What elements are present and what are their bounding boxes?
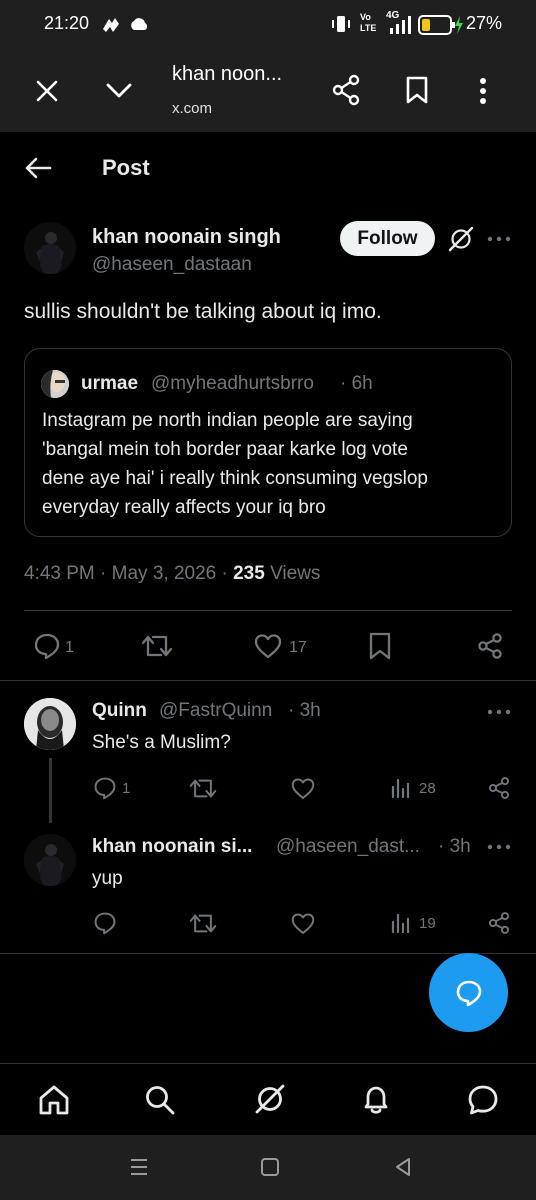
quote-line: dene aye hai' i really think consuming v…	[42, 468, 428, 489]
divider	[24, 610, 512, 611]
reply-time: · 3h	[288, 700, 321, 721]
divider	[0, 680, 536, 681]
repost-icon[interactable]	[189, 777, 217, 800]
views-count: 235	[233, 563, 265, 584]
reply-icon[interactable]	[93, 776, 117, 800]
follow-button[interactable]: Follow	[340, 221, 435, 256]
more-horizontal-icon[interactable]	[487, 708, 511, 716]
post-meta: 4:43 PM · May 3, 2026 · 235 Views	[24, 563, 320, 585]
vibrate-icon	[330, 13, 352, 35]
volte-icon: Vo LTE	[360, 12, 377, 33]
like-count: 17	[289, 639, 307, 656]
reply-author-name[interactable]: khan noonain si...	[92, 836, 252, 858]
quote-avatar	[41, 370, 69, 398]
share-icon[interactable]	[487, 911, 511, 935]
home-icon[interactable]	[37, 1084, 71, 1116]
system-navigation-bar	[0, 1135, 536, 1200]
quote-time: · 6h	[340, 373, 373, 394]
repost-icon[interactable]	[141, 633, 173, 659]
avatar[interactable]	[24, 222, 76, 274]
reply-time: · 3h	[438, 836, 471, 857]
home-square-icon[interactable]	[260, 1157, 280, 1177]
views-icon[interactable]	[390, 912, 412, 934]
browser-toolbar: khan noon... x.com	[0, 50, 536, 132]
search-icon[interactable]	[144, 1084, 176, 1116]
like-icon[interactable]	[291, 777, 315, 800]
menu-icon[interactable]	[129, 1157, 149, 1177]
more-vertical-icon[interactable]	[478, 76, 488, 106]
repost-icon[interactable]	[189, 912, 217, 935]
messages-icon[interactable]	[466, 1083, 500, 1117]
back-arrow-icon[interactable]	[24, 156, 52, 180]
views-count: 19	[419, 915, 436, 932]
views-count: 28	[419, 780, 436, 797]
battery-percent: 27%	[466, 13, 503, 33]
reply-icon[interactable]	[93, 911, 117, 935]
status-bar: 21:20 Vo LTE 4G 27%	[0, 0, 536, 50]
share-icon[interactable]	[331, 74, 361, 106]
bookmark-icon[interactable]	[405, 76, 429, 104]
page-title: khan noon...	[172, 63, 283, 85]
chat-bubble-icon	[454, 978, 484, 1008]
views-label: Views	[270, 563, 321, 584]
reply-count: 1	[122, 780, 131, 797]
reply-author-handle[interactable]: @haseen_dast...	[276, 836, 420, 858]
cloud-icon	[128, 16, 150, 32]
app-notification-icon	[100, 15, 122, 35]
page-url: x.com	[172, 100, 213, 117]
bottom-tab-bar	[0, 1063, 536, 1135]
quote-author-handle: @myheadhurtsbrro	[151, 373, 314, 394]
quote-line: Instagram pe north indian people are say…	[42, 410, 413, 431]
share-icon[interactable]	[487, 776, 511, 800]
quote-line: 'bangal mein toh border paar karke log v…	[42, 439, 408, 460]
signal-icon	[388, 16, 414, 34]
reply-icon[interactable]	[33, 632, 61, 660]
reply-author-name[interactable]: Quinn	[92, 700, 147, 722]
battery-icon	[418, 14, 464, 36]
like-icon[interactable]	[291, 912, 315, 935]
reply-avatar[interactable]	[24, 834, 76, 886]
like-icon[interactable]	[254, 633, 282, 659]
quote-author-name: urmae	[81, 373, 139, 394]
page-heading: Post	[102, 155, 150, 180]
post-timestamp: 4:43 PM · May 3, 2026 ·	[24, 563, 228, 584]
reply-author-handle[interactable]: @FastrQuinn	[159, 700, 272, 722]
reply-text: She's a Muslim?	[92, 732, 231, 753]
grok-icon[interactable]	[253, 1082, 287, 1116]
chevron-down-icon[interactable]	[104, 80, 134, 100]
quote-line: everyday really affects your iq bro	[42, 497, 326, 518]
back-triangle-icon[interactable]	[393, 1157, 413, 1177]
post-text: sullis shouldn't be talking about iq imo…	[24, 300, 382, 323]
share-icon[interactable]	[476, 632, 504, 660]
reply-avatar[interactable]	[24, 698, 76, 750]
reply-count: 1	[65, 639, 74, 656]
bookmark-icon[interactable]	[368, 632, 392, 660]
thread-line	[49, 758, 52, 823]
reply-fab-button[interactable]	[429, 953, 508, 1032]
reply-text: yup	[92, 868, 123, 889]
author-handle[interactable]: @haseen_dastaan	[92, 254, 252, 276]
status-time: 21:20	[44, 13, 90, 33]
more-horizontal-icon[interactable]	[487, 843, 511, 851]
author-name[interactable]: khan noonain singh	[92, 226, 281, 249]
views-icon[interactable]	[390, 777, 412, 799]
grok-icon[interactable]	[448, 226, 474, 252]
close-icon[interactable]	[34, 78, 60, 104]
notifications-bell-icon[interactable]	[360, 1083, 392, 1117]
more-horizontal-icon[interactable]	[487, 235, 511, 243]
quote-text: Instagram pe north indian people are say…	[42, 406, 482, 522]
